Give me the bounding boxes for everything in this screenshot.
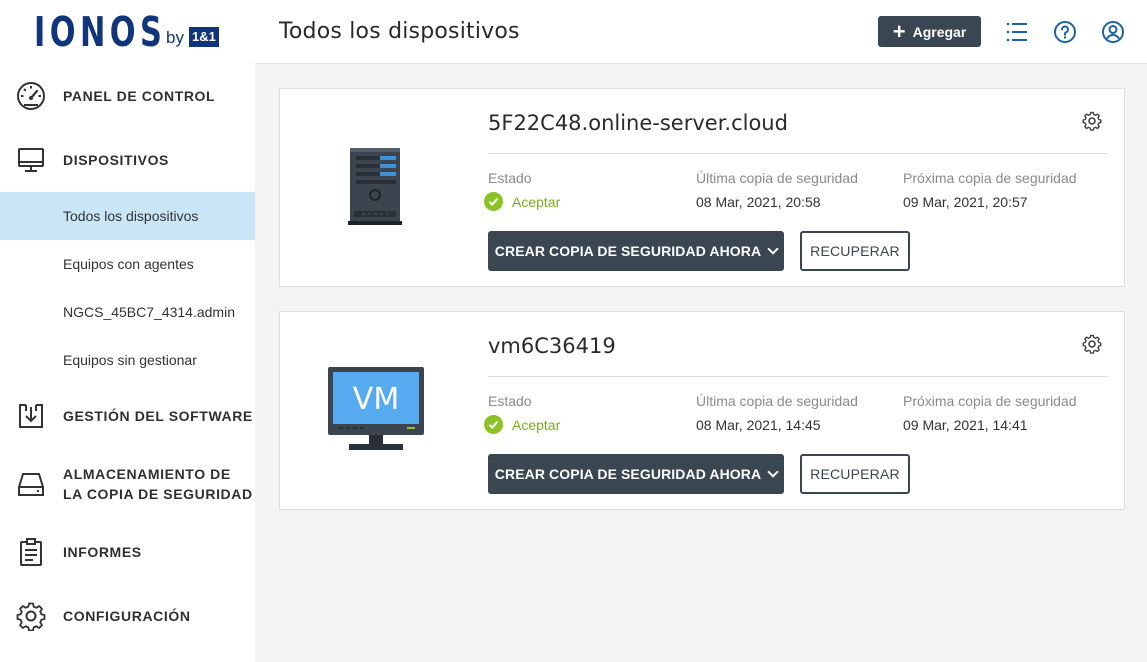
- status-badge: Aceptar: [484, 415, 560, 434]
- logo-wordmark: IONOS: [34, 8, 167, 56]
- nav-label: PANEL DE CONTROL: [63, 88, 216, 104]
- last-backup-value: 08 Mar, 2021, 20:58: [696, 194, 821, 210]
- sidebar-item-equipos-sin-gestionar[interactable]: Equipos sin gestionar: [0, 336, 255, 384]
- vm-label: VM: [353, 382, 399, 417]
- sidebar-item-ngcs-admin[interactable]: NGCS_45BC7_4314.admin: [0, 288, 255, 336]
- storage-drive-icon: [18, 473, 44, 496]
- clipboard-report-icon: [20, 538, 42, 566]
- nav-label: CONFIGURACIÓN: [63, 608, 191, 624]
- check-circle-icon: [484, 192, 503, 211]
- page-title: Todos los dispositivos: [279, 19, 520, 44]
- status-value: Aceptar: [512, 416, 561, 433]
- server-icon: [348, 148, 402, 225]
- sidebar-item-todos-los-dispositivos[interactable]: Todos los dispositivos: [0, 192, 255, 240]
- nav-almacenamiento[interactable]: ALMACENAMIENTO DE LA COPIA DE SEGURIDAD: [0, 464, 255, 504]
- card-divider: [488, 153, 1108, 154]
- chevron-down-icon: [767, 465, 779, 478]
- help-icon[interactable]: [1053, 20, 1077, 44]
- nav-gestion-del-software[interactable]: GESTIÓN DEL SOFTWARE: [0, 400, 255, 432]
- next-backup-label: Próxima copia de seguridad: [903, 170, 1077, 186]
- add-button[interactable]: + Agregar: [878, 16, 981, 47]
- device-card: VM vm6C36419 Estado Última copia de segu…: [279, 311, 1125, 510]
- next-backup-label: Próxima copia de seguridad: [903, 393, 1077, 409]
- backup-now-label: CREAR COPIA DE SEGURIDAD AHORA: [494, 243, 762, 259]
- vm-monitor-icon: VM: [328, 367, 424, 450]
- logo-1and1: 1&1: [188, 27, 219, 47]
- list-menu-icon[interactable]: [1005, 20, 1029, 44]
- recover-button[interactable]: RECUPERAR: [800, 231, 910, 271]
- gear-icon[interactable]: [1082, 334, 1102, 354]
- nav-informes[interactable]: INFORMES: [0, 536, 255, 568]
- status-label: Estado: [488, 393, 532, 409]
- backup-now-button[interactable]: CREAR COPIA DE SEGURIDAD AHORA: [488, 231, 784, 271]
- user-account-icon[interactable]: [1101, 20, 1125, 44]
- gear-icon[interactable]: [1082, 111, 1102, 131]
- nav-label-line2: LA COPIA DE SEGURIDAD: [63, 486, 253, 502]
- status-label: Estado: [488, 170, 532, 186]
- next-backup-value: 09 Mar, 2021, 20:57: [903, 194, 1028, 210]
- nav-label-line1: ALMACENAMIENTO DE: [63, 466, 231, 482]
- dashboard-gauge-icon: [17, 82, 45, 110]
- status-value: Aceptar: [512, 193, 561, 210]
- check-circle-icon: [484, 415, 503, 434]
- last-backup-label: Última copia de seguridad: [696, 393, 858, 409]
- status-badge: Aceptar: [484, 192, 560, 211]
- device-name[interactable]: vm6C36419: [488, 334, 616, 358]
- last-backup-label: Última copia de seguridad: [696, 170, 858, 186]
- backup-now-label: CREAR COPIA DE SEGURIDAD AHORA: [494, 466, 762, 482]
- plus-icon: +: [892, 18, 906, 44]
- device-name[interactable]: 5F22C48.online-server.cloud: [488, 111, 788, 135]
- nav-label: INFORMES: [63, 544, 142, 560]
- add-button-label: Agregar: [912, 23, 967, 40]
- monitor-icon: [18, 148, 44, 172]
- nav-dispositivos[interactable]: DISPOSITIVOS: [0, 144, 255, 176]
- chevron-down-icon: [767, 242, 779, 255]
- ionos-logo[interactable]: IONOS by 1&1: [34, 8, 219, 56]
- nav-panel-de-control[interactable]: PANEL DE CONTROL: [0, 80, 255, 112]
- software-download-icon: [19, 404, 43, 428]
- sidebar-item-equipos-con-agentes[interactable]: Equipos con agentes: [0, 240, 255, 288]
- recover-button[interactable]: RECUPERAR: [800, 454, 910, 494]
- next-backup-value: 09 Mar, 2021, 14:41: [903, 417, 1028, 433]
- nav-label: GESTIÓN DEL SOFTWARE: [63, 408, 253, 424]
- card-divider: [488, 376, 1108, 377]
- sidebar: IONOS by 1&1 PANEL DE CONTROL DISPOSITIV…: [0, 0, 255, 662]
- device-card: 5F22C48.online-server.cloud Estado Últim…: [279, 88, 1125, 287]
- backup-now-button[interactable]: CREAR COPIA DE SEGURIDAD AHORA: [488, 454, 784, 494]
- nav-label: DISPOSITIVOS: [63, 152, 169, 168]
- last-backup-value: 08 Mar, 2021, 14:45: [696, 417, 821, 433]
- gear-icon: [16, 602, 46, 631]
- top-header: Todos los dispositivos + Agregar: [255, 0, 1147, 64]
- logo-by: by: [166, 28, 184, 47]
- nav-configuracion[interactable]: CONFIGURACIÓN: [0, 600, 255, 632]
